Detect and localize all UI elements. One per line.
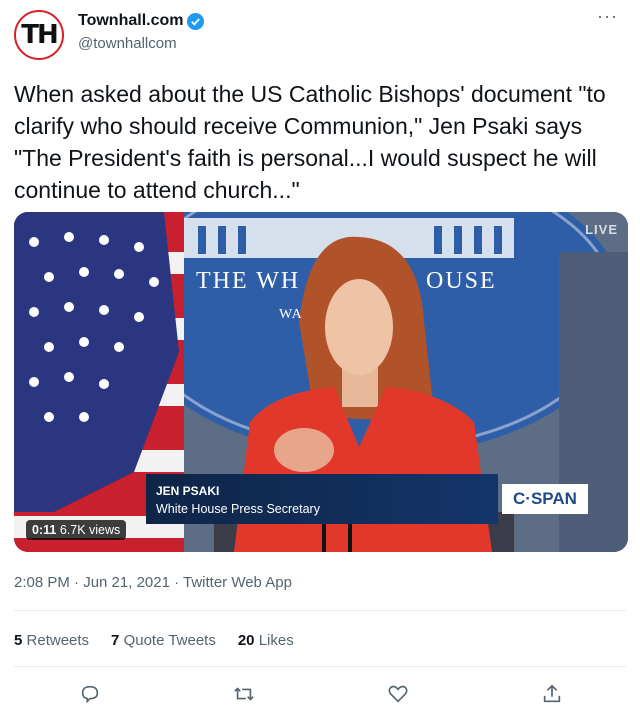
likes-count: 20 [237,632,255,649]
tweet-text: When asked about the US Catholic Bishops… [14,81,606,203]
caption-name: JEN PSAKI [156,484,220,498]
backdrop-text-left: THE WH [196,268,300,294]
author-name-row: Townhall.com [78,12,205,30]
more-options-icon[interactable]: ··· [597,6,618,27]
verified-badge-icon [187,12,205,30]
likes-label: Likes [258,632,294,649]
reply-icon[interactable] [72,676,108,712]
backdrop-text-small: WA [279,307,303,322]
action-bar [14,676,626,712]
video-time-views: 0:11 6.7K views [26,520,127,540]
retweets-count: 5 [14,632,23,649]
avatar-logo-text: TH [21,20,58,50]
lower-third-caption: JEN PSAKI White House Press Secretary [146,474,498,524]
caption-title: White House Press Secretary [156,502,320,516]
divider [14,666,626,667]
network-logo: C·SPAN [502,484,588,514]
like-icon[interactable] [380,676,416,712]
share-icon[interactable] [534,676,570,712]
quote-tweets-stat[interactable]: 7 Quote Tweets [111,632,216,649]
avatar[interactable]: TH [14,10,64,60]
likes-stat[interactable]: 20 Likes [238,632,294,649]
video-views: 6.7K views [59,523,121,537]
network-logo-text: C·SPAN [513,489,577,508]
quotes-count: 7 [111,632,120,649]
retweets-label: Retweets [26,632,90,649]
quotes-label: Quote Tweets [123,632,216,649]
retweet-icon[interactable] [226,676,262,712]
display-name[interactable]: Townhall.com [78,12,183,30]
video-player[interactable]: THE WH OUSE WA LIVE JEN PSAKI White Hous… [14,212,628,552]
backdrop-text-right: OUSE [426,268,497,294]
live-badge: LIVE [585,222,618,237]
video-elapsed: 0:11 [32,523,57,537]
tweet-meta[interactable]: 2:08 PM · Jun 21, 2021 · Twitter Web App [14,574,292,591]
retweets-stat[interactable]: 5 Retweets [14,632,89,649]
author-handle[interactable]: @townhallcom [78,35,177,52]
divider [14,610,626,611]
engagement-stats: 5 Retweets 7 Quote Tweets 20 Likes [14,632,294,649]
